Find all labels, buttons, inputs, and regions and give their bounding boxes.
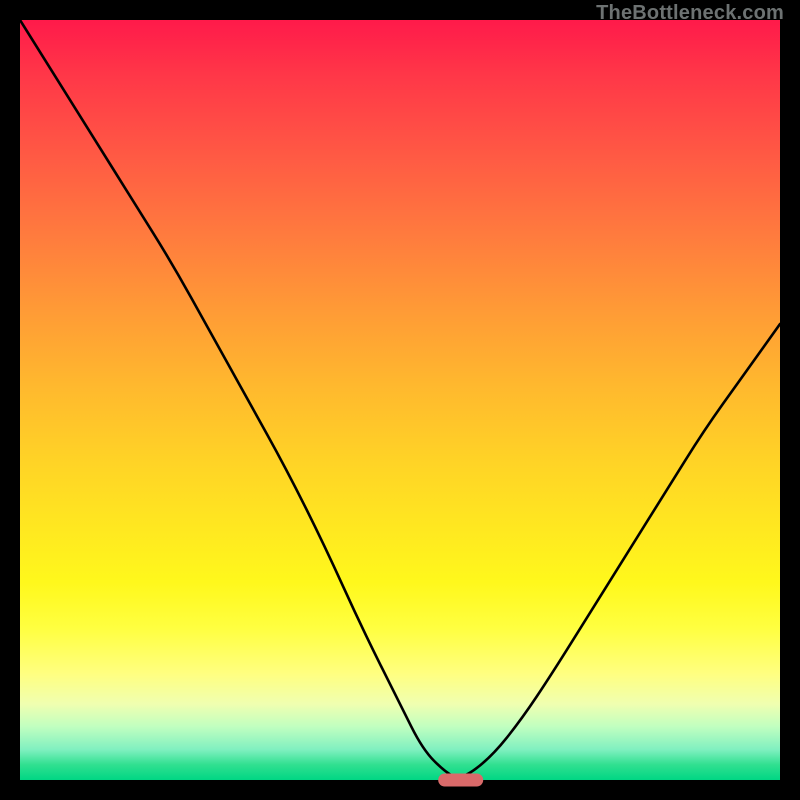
watermark-text: TheBottleneck.com — [596, 2, 784, 25]
bottleneck-curve — [20, 20, 780, 780]
plot-area — [20, 20, 780, 780]
chart-frame: TheBottleneck.com — [0, 0, 800, 800]
minimum-marker — [438, 774, 484, 787]
